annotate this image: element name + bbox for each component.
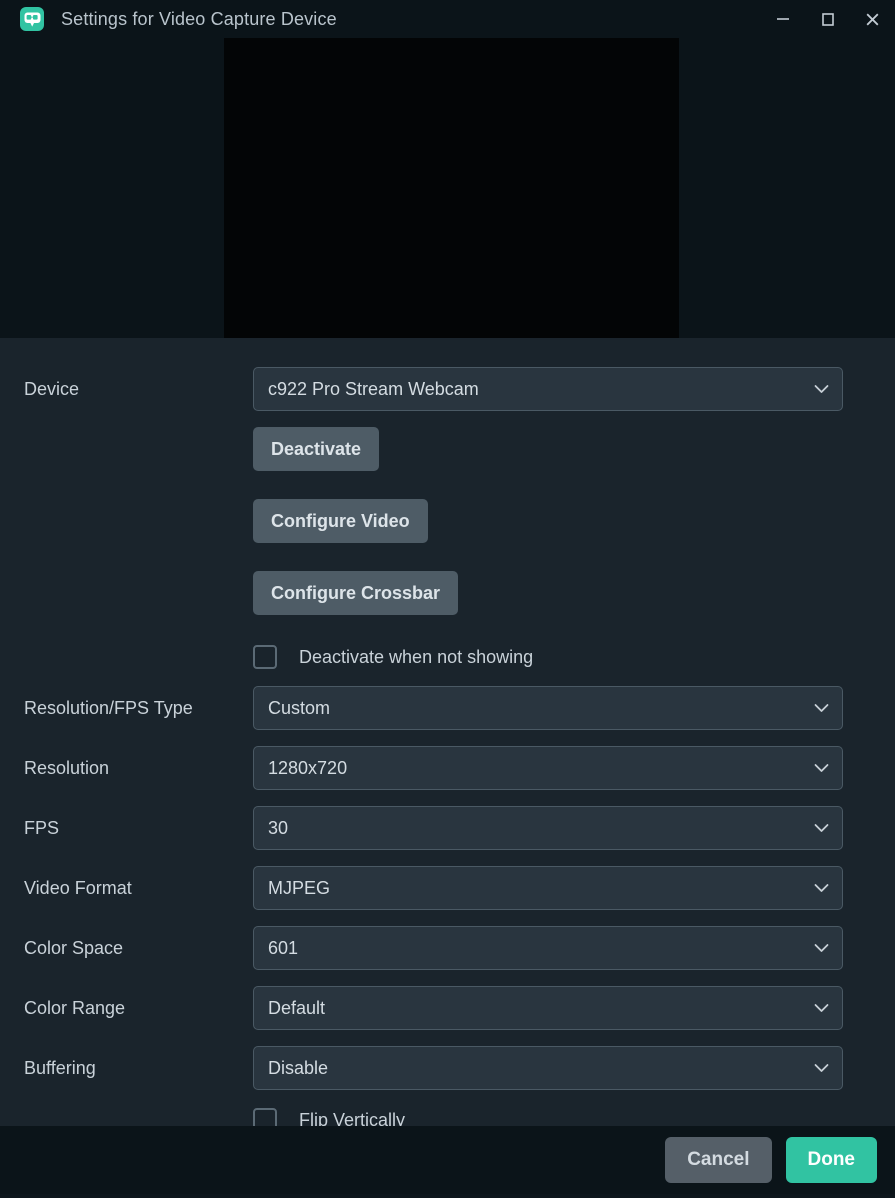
buffering-select[interactable]: Disable [253,1046,843,1090]
chevron-down-icon [814,1003,829,1013]
field-row-color-space: Color Space 601 [0,926,895,970]
configure-crossbar-button[interactable]: Configure Crossbar [253,571,459,615]
field-row-resolution-fps-type: Resolution/FPS Type Custom [0,686,895,730]
deactivate-button[interactable]: Deactivate [253,427,380,471]
device-select-value: c922 Pro Stream Webcam [268,378,479,399]
close-icon[interactable] [850,0,895,38]
fps-select[interactable]: 30 [253,806,843,850]
label-video-format: Video Format [24,877,132,898]
window-controls [760,0,895,38]
configure-video-button[interactable]: Configure Video [253,499,428,543]
dialog-footer: Cancel Done [0,1126,895,1194]
color-range-value: Default [268,997,326,1018]
field-row-resolution: Resolution 1280x720 [0,746,895,790]
resolution-fps-type-select[interactable]: Custom [253,686,843,730]
maximize-icon[interactable] [805,0,850,38]
chevron-down-icon [814,703,829,713]
label-color-space: Color Space [24,937,124,958]
resolution-fps-type-value: Custom [268,697,331,718]
label-buffering: Buffering [24,1057,96,1078]
resolution-value: 1280x720 [268,757,348,778]
deactivate-when-not-showing-checkbox[interactable] [253,645,277,669]
device-select[interactable]: c922 Pro Stream Webcam [253,367,843,411]
settings-form-panel: Device c922 Pro Stream Webcam Deactivate… [0,338,895,1134]
field-row-device: Device c922 Pro Stream Webcam [0,367,895,411]
video-format-select[interactable]: MJPEG [253,866,843,910]
row-configure-crossbar: Configure Crossbar [0,571,895,615]
color-range-select[interactable]: Default [253,986,843,1030]
settings-dialog-window: Settings for Video Capture Device Device… [0,0,895,1198]
color-space-value: 601 [268,937,299,958]
video-preview [224,38,679,338]
label-resolution: Resolution [24,757,110,778]
title-bar[interactable]: Settings for Video Capture Device [0,0,895,38]
chevron-down-icon [814,823,829,833]
field-row-fps: FPS 30 [0,806,895,850]
label-device: Device [24,378,80,399]
chevron-down-icon [814,1063,829,1073]
deactivate-when-not-showing-label: Deactivate when not showing [299,646,534,667]
fps-value: 30 [268,817,289,838]
row-configure-video: Configure Video [0,499,895,543]
chevron-down-icon [814,883,829,893]
field-row-video-format: Video Format MJPEG [0,866,895,910]
field-row-color-range: Color Range Default [0,986,895,1030]
row-deactivate-when-not-showing: Deactivate when not showing [0,645,895,669]
resolution-select[interactable]: 1280x720 [253,746,843,790]
buffering-value: Disable [268,1057,329,1078]
minimize-icon[interactable] [760,0,805,38]
chevron-down-icon [814,384,829,394]
label-resolution-fps-type: Resolution/FPS Type [24,697,193,718]
preview-band [0,38,895,338]
row-deactivate: Deactivate [0,427,895,471]
label-color-range: Color Range [24,997,126,1018]
streamlabs-robot-icon [20,7,44,31]
window-title: Settings for Video Capture Device [61,8,337,29]
done-button[interactable]: Done [785,1137,877,1183]
field-row-buffering: Buffering Disable [0,1046,895,1090]
cancel-button[interactable]: Cancel [665,1137,772,1183]
color-space-select[interactable]: 601 [253,926,843,970]
label-fps: FPS [24,817,60,838]
deactivate-when-not-showing-checkbox-row[interactable]: Deactivate when not showing [253,645,533,669]
chevron-down-icon [814,943,829,953]
video-format-value: MJPEG [268,877,331,898]
chevron-down-icon [814,763,829,773]
